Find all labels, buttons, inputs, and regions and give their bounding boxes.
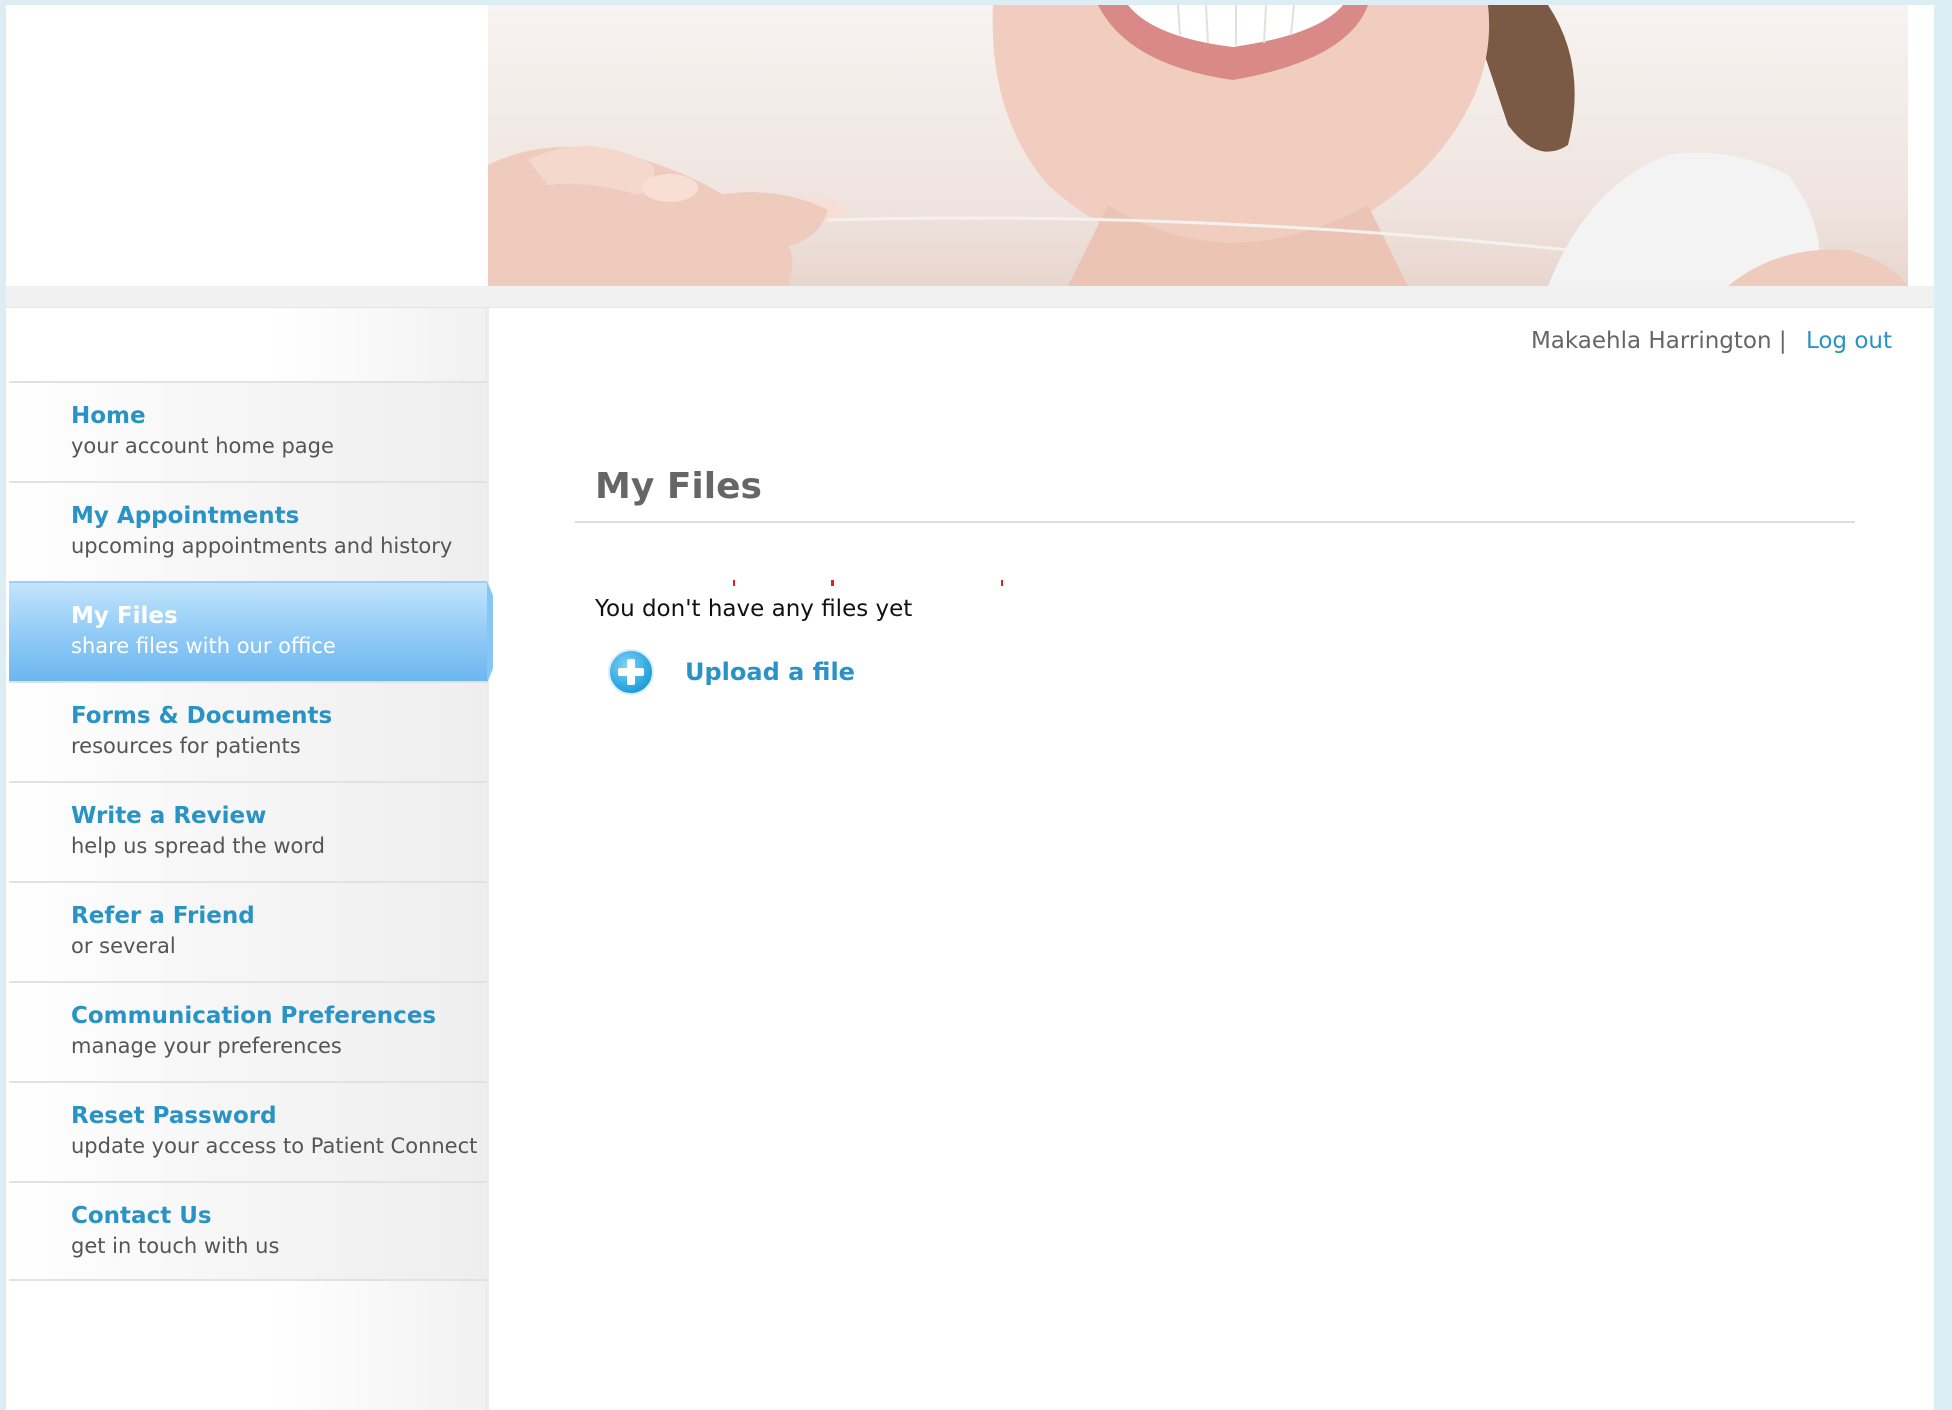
- sidebar-item-title: Contact Us: [71, 1203, 212, 1229]
- sidebar-item-title: Reset Password: [71, 1103, 277, 1129]
- page: Home your account home page My Appointme…: [6, 5, 1934, 1410]
- sidebar-item-subtitle: update your access to Patient Connect: [71, 1134, 478, 1158]
- sidebar-item-write-review[interactable]: Write a Review help us spread the word: [9, 781, 487, 881]
- validation-marks: [733, 580, 1003, 586]
- page-title: My Files: [595, 466, 762, 507]
- user-name: Makaehla Harrington: [1530, 328, 1772, 354]
- sidebar-item-title: Home: [71, 403, 146, 429]
- sidebar-item-title: My Appointments: [71, 503, 300, 529]
- banner-photo-illustration: [488, 5, 1908, 286]
- sidebar-item-reset-password[interactable]: Reset Password update your access to Pat…: [9, 1081, 487, 1181]
- banner-photo: [488, 5, 1908, 286]
- header-divider: [6, 286, 1934, 308]
- sidebar-item-my-files[interactable]: My Files share files with our office: [9, 581, 508, 683]
- sidebar-item-subtitle: resources for patients: [71, 734, 301, 758]
- plus-circle-icon[interactable]: [607, 648, 655, 696]
- main-content: Makaehla Harrington | Log out My Files Y…: [493, 308, 1934, 1410]
- sidebar-item-communication-preferences[interactable]: Communication Preferences manage your pr…: [9, 981, 487, 1081]
- user-bar-separator: |: [1778, 328, 1787, 354]
- header-banner: [6, 5, 1934, 286]
- user-bar: Makaehla Harrington | Log out: [1531, 328, 1892, 354]
- upload-file-button[interactable]: Upload a file: [607, 648, 855, 696]
- empty-files-message: You don't have any files yet: [595, 596, 913, 622]
- sidebar: Home your account home page My Appointme…: [6, 308, 508, 1410]
- sidebar-item-subtitle: help us spread the word: [71, 834, 325, 858]
- sidebar-item-title: Refer a Friend: [71, 903, 255, 929]
- sidebar-item-forms-documents[interactable]: Forms & Documents resources for patients: [9, 681, 487, 781]
- sidebar-item-title: My Files: [71, 603, 178, 629]
- logout-link[interactable]: Log out: [1806, 328, 1892, 354]
- sidebar-item-refer-friend[interactable]: Refer a Friend or several: [9, 881, 487, 981]
- sidebar-item-subtitle: manage your preferences: [71, 1034, 342, 1058]
- sidebar-item-subtitle: your account home page: [71, 434, 334, 458]
- sidebar-item-title: Write a Review: [71, 803, 267, 829]
- title-divider: [575, 521, 1855, 523]
- sidebar-nav: Home your account home page My Appointme…: [9, 381, 508, 1281]
- sidebar-item-home[interactable]: Home your account home page: [9, 381, 487, 481]
- upload-file-label[interactable]: Upload a file: [685, 658, 855, 686]
- sidebar-item-subtitle: or several: [71, 934, 176, 958]
- sidebar-item-my-appointments[interactable]: My Appointments upcoming appointments an…: [9, 481, 487, 581]
- sidebar-item-subtitle: share files with our office: [71, 634, 336, 658]
- sidebar-item-subtitle: upcoming appointments and history: [71, 534, 453, 558]
- sidebar-item-contact-us[interactable]: Contact Us get in touch with us: [9, 1181, 487, 1281]
- sidebar-item-title: Communication Preferences: [71, 1003, 437, 1029]
- sidebar-item-title: Forms & Documents: [71, 703, 333, 729]
- sidebar-item-subtitle: get in touch with us: [71, 1234, 280, 1258]
